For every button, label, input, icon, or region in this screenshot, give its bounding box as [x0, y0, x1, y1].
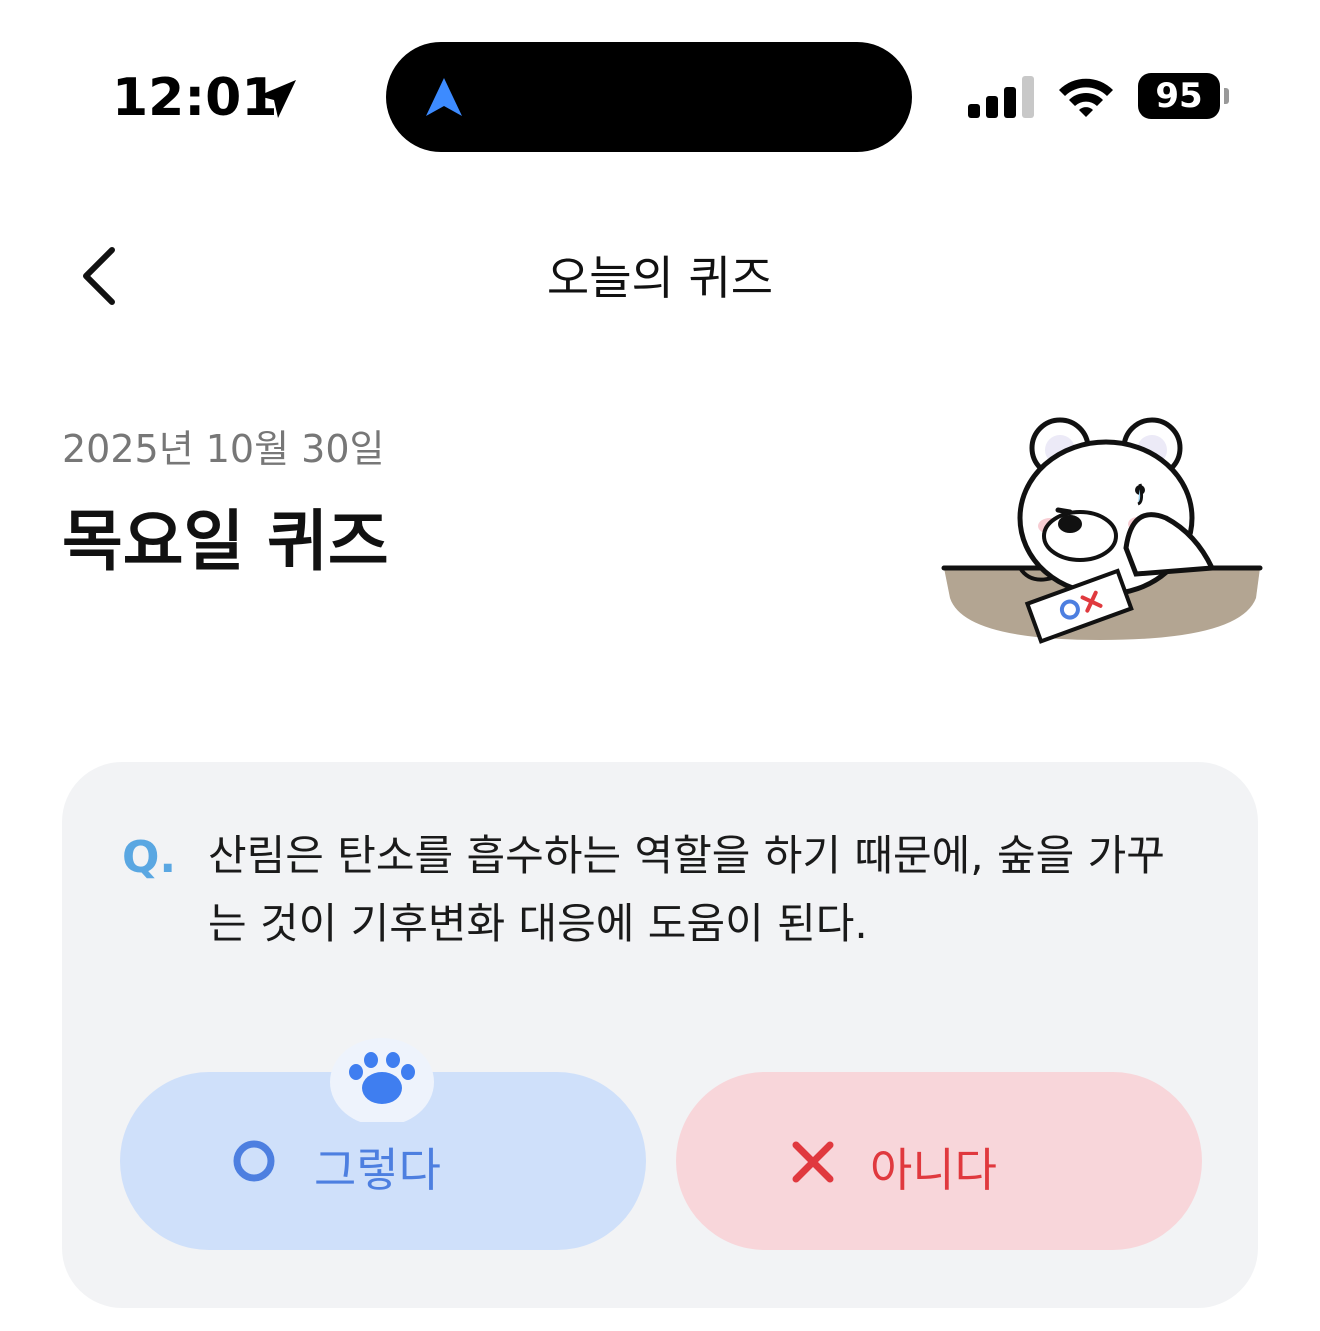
battery-cap	[1224, 88, 1229, 104]
battery-level: 95	[1155, 76, 1203, 116]
status-bar: 12:01 95	[0, 0, 1320, 190]
question-mark-label: Q.	[122, 832, 177, 883]
circle-o-icon	[233, 1140, 275, 1182]
navigation-icon	[426, 78, 462, 116]
back-button[interactable]	[70, 236, 140, 316]
quiz-date: 2025년 10월 30일	[62, 427, 385, 471]
chevron-left-icon	[83, 247, 115, 305]
answer-no-button[interactable]: 아니다	[676, 1072, 1202, 1250]
cellular-signal-icon	[968, 76, 1034, 118]
question-text: 산림은 탄소를 흡수하는 역할을 하기 때문에, 숲을 가꾸는 것이 기후변화 …	[208, 831, 1165, 948]
wifi-icon	[1059, 78, 1113, 117]
dynamic-island	[386, 42, 912, 152]
battery-icon: 95	[1138, 73, 1230, 121]
location-arrow-icon	[258, 80, 296, 118]
x-icon	[792, 1141, 834, 1183]
answer-no-label: 아니다	[870, 1143, 997, 1197]
bear-mascot-illustration	[941, 417, 1263, 644]
quiz-day-title: 목요일 퀴즈	[62, 503, 389, 580]
answer-yes-label: 그렇다	[314, 1143, 441, 1197]
page-title: 오늘의 퀴즈	[546, 251, 774, 305]
paw-icon	[330, 1038, 434, 1122]
quiz-card: Q. 산림은 탄소를 흡수하는 역할을 하기 때문에, 숲을 가꾸는 것이 기후…	[62, 762, 1258, 1308]
